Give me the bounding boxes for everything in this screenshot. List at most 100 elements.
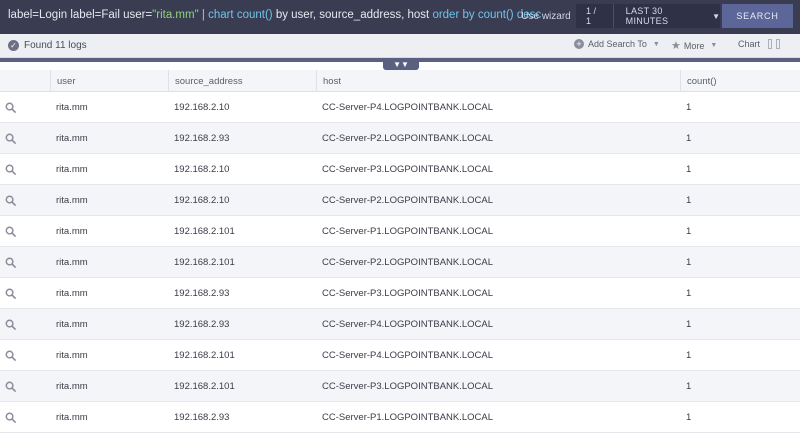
chart-label: Chart (738, 39, 761, 49)
cell-user: rita.mm (56, 288, 88, 299)
cell-source-address: 192.168.2.10 (174, 195, 230, 206)
collapse-handle[interactable]: ▼▼ (383, 58, 419, 70)
cell-count: 1 (686, 164, 692, 175)
cell-host: CC-Server-P2.LOGPOINTBANK.LOCAL (322, 195, 494, 206)
chevron-down-icon: ▼ (712, 11, 720, 21)
table-header: user source_address host count() (0, 70, 800, 92)
time-range-selector[interactable]: 1 / 1 LAST 30 MINUTES ▼ (576, 4, 720, 28)
cell-host: CC-Server-P2.LOGPOINTBANK.LOCAL (322, 133, 494, 144)
plus-icon: + (574, 39, 584, 49)
cell-source-address: 192.168.2.93 (174, 133, 230, 144)
found-logs: ✓ Found 11 logs (8, 40, 87, 51)
cell-user: rita.mm (56, 350, 88, 361)
cell-count: 1 (686, 350, 692, 361)
cell-count: 1 (686, 195, 692, 206)
cell-user: rita.mm (56, 164, 88, 175)
use-wizard-button[interactable]: Use wizard (518, 4, 574, 28)
cell-count: 1 (686, 257, 692, 268)
cell-user: rita.mm (56, 226, 88, 237)
magnifier-icon[interactable] (5, 288, 16, 299)
magnifier-icon[interactable] (5, 133, 16, 144)
cell-source-address: 192.168.2.10 (174, 164, 230, 175)
query-pipe: | (198, 9, 209, 21)
cell-user: rita.mm (56, 381, 88, 392)
check-icon: ✓ (8, 40, 19, 51)
found-logs-text: Found 11 logs (24, 40, 87, 51)
cell-count: 1 (686, 226, 692, 237)
chevron-down-icon: ▼ (710, 42, 718, 49)
chart-toggle[interactable]: Chart (738, 39, 781, 49)
more-button[interactable]: ★ More ▼ (671, 39, 717, 52)
top-bar: label=Login label=Fail user="rita.mm" | … (0, 0, 800, 34)
cell-user: rita.mm (56, 319, 88, 330)
table-row[interactable]: rita.mm 192.168.2.101 CC-Server-P2.LOGPOIN… (0, 247, 800, 278)
cell-source-address: 192.168.2.93 (174, 319, 230, 330)
cell-count: 1 (686, 412, 692, 423)
cell-host: CC-Server-P3.LOGPOINTBANK.LOCAL (322, 381, 494, 392)
table-row[interactable]: rita.mm 192.168.2.93 CC-Server-P3.LOGPOINT… (0, 278, 800, 309)
table-row[interactable]: rita.mm 192.168.2.10 CC-Server-P2.LOGPOINT… (0, 185, 800, 216)
query-input[interactable]: label=Login label=Fail user="rita.mm" | … (8, 9, 541, 21)
magnifier-icon[interactable] (5, 226, 16, 237)
magnifier-icon[interactable] (5, 319, 16, 330)
table-row[interactable]: rita.mm 192.168.2.93 CC-Server-P4.LOGPOINT… (0, 309, 800, 340)
magnifier-icon[interactable] (5, 381, 16, 392)
query-by-clause: by user, source_address, host (272, 9, 433, 21)
cell-source-address: 192.168.2.93 (174, 288, 230, 299)
cell-source-address: 192.168.2.101 (174, 381, 235, 392)
split-view-icon[interactable] (768, 39, 773, 49)
column-header-count[interactable]: count() (680, 70, 800, 92)
table-row[interactable]: rita.mm 192.168.2.10 CC-Server-P3.LOGPOINT… (0, 154, 800, 185)
cell-user: rita.mm (56, 257, 88, 268)
magnifier-icon[interactable] (5, 350, 16, 361)
split-view-icon[interactable] (776, 39, 781, 49)
cell-source-address: 192.168.2.93 (174, 412, 230, 423)
cell-count: 1 (686, 133, 692, 144)
table-row[interactable]: rita.mm 192.168.2.93 CC-Server-P2.LOGPOINT… (0, 123, 800, 154)
cell-count: 1 (686, 319, 692, 330)
cell-source-address: 192.168.2.10 (174, 102, 230, 113)
cell-user: rita.mm (56, 412, 88, 423)
cell-host: CC-Server-P2.LOGPOINTBANK.LOCAL (322, 257, 494, 268)
magnifier-icon[interactable] (5, 102, 16, 113)
cell-host: CC-Server-P1.LOGPOINTBANK.LOCAL (322, 412, 494, 423)
results-table: rita.mm 192.168.2.10 CC-Server-P4.LOGPOINT… (0, 92, 800, 433)
cell-host: CC-Server-P4.LOGPOINTBANK.LOCAL (322, 102, 494, 113)
table-row[interactable]: rita.mm 192.168.2.101 CC-Server-P1.LOGPOIN… (0, 216, 800, 247)
column-header-user[interactable]: user (50, 70, 168, 92)
cell-host: CC-Server-P3.LOGPOINTBANK.LOCAL (322, 288, 494, 299)
cell-user: rita.mm (56, 195, 88, 206)
cell-source-address: 192.168.2.101 (174, 226, 235, 237)
add-search-to-button[interactable]: + Add Search To ▼ (574, 39, 660, 49)
cell-user: rita.mm (56, 102, 88, 113)
column-header-source-address[interactable]: source_address (168, 70, 316, 92)
table-row[interactable]: rita.mm 192.168.2.10 CC-Server-P4.LOGPOINT… (0, 92, 800, 123)
cell-count: 1 (686, 102, 692, 113)
query-chart-cmd: chart count() (208, 9, 273, 21)
query-order-cmd: order by count() (432, 9, 514, 21)
table-row[interactable]: rita.mm 192.168.2.101 CC-Server-P4.LOGPOIN… (0, 340, 800, 371)
magnifier-icon[interactable] (5, 412, 16, 423)
cell-host: CC-Server-P1.LOGPOINTBANK.LOCAL (322, 226, 494, 237)
star-icon: ★ (671, 40, 681, 52)
cell-host: CC-Server-P4.LOGPOINTBANK.LOCAL (322, 350, 494, 361)
magnifier-icon[interactable] (5, 164, 16, 175)
cell-count: 1 (686, 288, 692, 299)
cell-source-address: 192.168.2.101 (174, 257, 235, 268)
more-label: More (683, 40, 705, 51)
time-range-label: LAST 30 MINUTES (625, 6, 669, 26)
search-button[interactable]: SEARCH (722, 4, 793, 28)
table-row[interactable]: rita.mm 192.168.2.101 CC-Server-P3.LOGPOIN… (0, 371, 800, 402)
cell-count: 1 (686, 381, 692, 392)
table-row[interactable]: rita.mm 192.168.2.93 CC-Server-P1.LOGPOINT… (0, 402, 800, 433)
add-search-to-label: Add Search To (588, 39, 647, 49)
magnifier-icon[interactable] (5, 195, 16, 206)
status-bar: ✓ Found 11 logs + Add Search To ▼ ★ More… (0, 34, 800, 58)
chevron-down-icon: ▼ (652, 40, 660, 48)
cell-source-address: 192.168.2.101 (174, 350, 235, 361)
column-header-host[interactable]: host (316, 70, 680, 92)
query-filter: label=Login label=Fail user= (8, 9, 153, 21)
magnifier-icon[interactable] (5, 257, 16, 268)
cell-host: CC-Server-P4.LOGPOINTBANK.LOCAL (322, 319, 494, 330)
query-user-value: "rita.mm" (152, 9, 199, 21)
